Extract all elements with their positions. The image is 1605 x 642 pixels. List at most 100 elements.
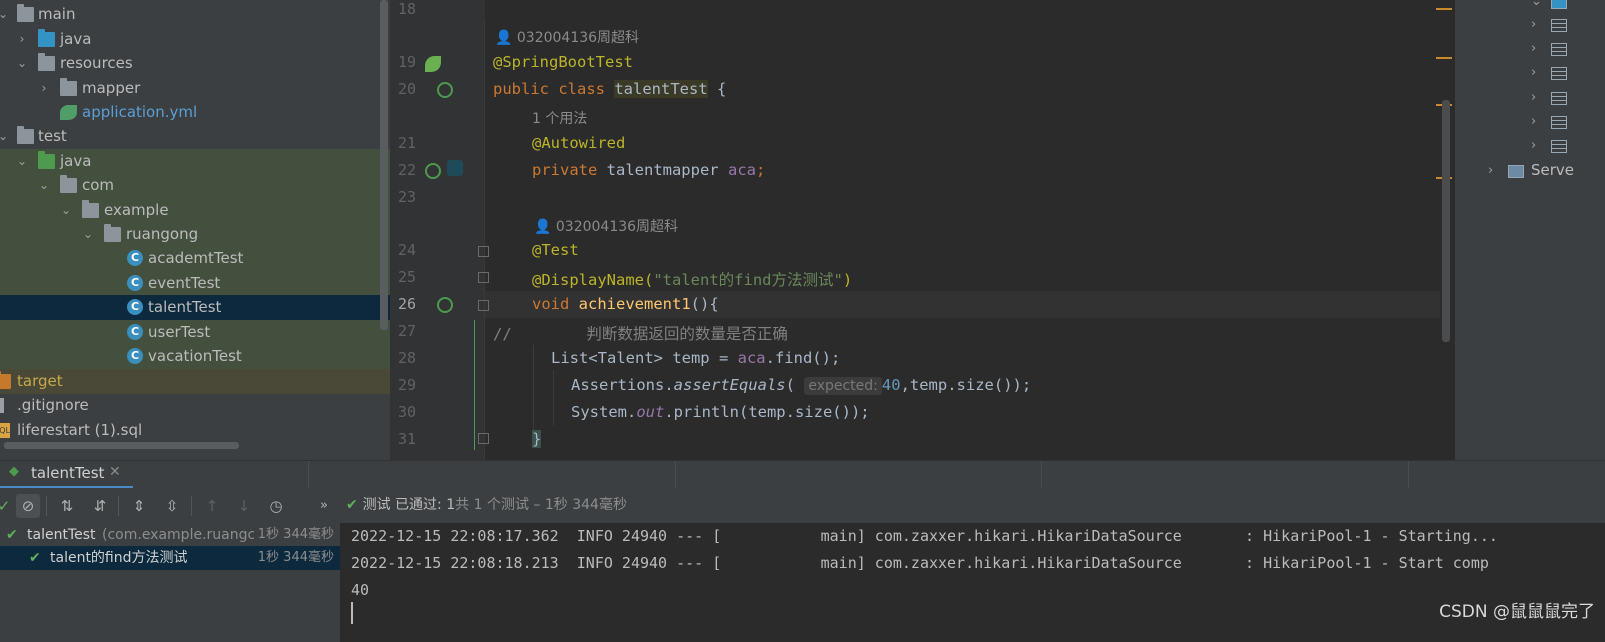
chevron-down-icon[interactable]: ⌄	[59, 198, 73, 223]
chevron-right-icon[interactable]: ›	[1531, 90, 1536, 105]
db-table-row[interactable]: ›	[1455, 13, 1605, 37]
code-token: .println(temp.size());	[664, 403, 870, 421]
tree-item-vacationTest[interactable]: C vacationTest	[0, 344, 390, 369]
db-table-row[interactable]: ›	[1455, 110, 1605, 134]
table-icon	[1551, 43, 1567, 56]
toolbar-divider	[191, 496, 192, 516]
chevron-down-icon[interactable]: ⌄	[81, 222, 95, 247]
tree-item-application-yml[interactable]: application.yml	[0, 100, 390, 125]
chevron-down-icon[interactable]: ⌄	[37, 173, 51, 198]
code-line-29: Assertions.assertEquals( expected: 40,tem…	[571, 376, 1031, 395]
test-duration: 1秒 344毫秒	[257, 527, 334, 542]
author-hint[interactable]: 👤 032004136周超科	[534, 216, 678, 236]
tree-item-label: resources	[60, 54, 133, 72]
keyword-token: void	[532, 295, 579, 313]
tree-item-eventTest[interactable]: C eventTest	[0, 271, 390, 296]
editor-vertical-scrollbar[interactable]	[1442, 100, 1450, 342]
check-icon: ✔	[6, 527, 18, 543]
expand-all-icon[interactable]: ⇕	[127, 494, 151, 518]
tree-item-talentTest[interactable]: C talentTest	[0, 295, 390, 320]
indent-guide	[533, 345, 534, 440]
fold-marker-icon[interactable]	[478, 433, 489, 444]
folder-icon	[17, 126, 34, 144]
fold-marker-icon[interactable]	[478, 300, 489, 311]
tree-item-userTest[interactable]: C userTest	[0, 320, 390, 345]
run-test-method-icon[interactable]	[437, 297, 453, 313]
chevron-right-icon[interactable]: ›	[1488, 163, 1493, 178]
tree-item-test-java[interactable]: ⌄ java	[0, 149, 390, 174]
status-prefix: 测试 已通过:	[362, 497, 447, 513]
tree-horizontal-scrollbar[interactable]	[4, 442, 239, 449]
previous-failed-icon[interactable]: ↑	[200, 494, 224, 518]
bean-avatar-icon[interactable]	[447, 160, 463, 176]
author-hint-text: 032004136周超科	[555, 219, 679, 235]
annotation-token: @Autowired	[532, 134, 626, 152]
chevron-right-icon[interactable]: ›	[1531, 138, 1536, 153]
tree-item-resources[interactable]: ⌄ resources	[0, 51, 390, 76]
show-passed-icon[interactable]: ✓	[0, 494, 16, 518]
db-table-row[interactable]: ⌄	[1455, 0, 1605, 14]
tree-item-academtTest[interactable]: C academtTest	[0, 246, 390, 271]
fold-marker-icon[interactable]	[478, 272, 489, 283]
test-status: ✔ 测试 已通过: 1共 1 个测试 – 1秒 344毫秒	[346, 488, 627, 523]
tree-vertical-scrollbar[interactable]	[380, 0, 388, 330]
brace-token: }	[532, 430, 542, 448]
show-ignored-icon[interactable]: ⊘	[16, 494, 40, 518]
sort-alphabetically-icon[interactable]: ⇅	[55, 494, 79, 518]
console-line: 2022-12-15 22:08:17.362 INFO 24940 --- […	[351, 527, 1498, 545]
annotation-token: @Test	[532, 241, 579, 259]
run-tab-talentTest[interactable]: ◆ talentTest ✕	[0, 461, 133, 489]
chevron-right-icon[interactable]: ›	[1531, 41, 1536, 56]
next-failed-icon[interactable]: ↓	[232, 494, 256, 518]
chevron-right-icon[interactable]: ›	[1531, 17, 1536, 32]
run-test-class-icon[interactable]	[437, 82, 453, 98]
chevron-right-icon[interactable]: ›	[1531, 65, 1536, 80]
db-server-row[interactable]: › Serve	[1455, 159, 1605, 183]
usages-hint[interactable]: 1 个用法	[532, 108, 587, 128]
tree-item-example[interactable]: ⌄ example	[0, 198, 390, 223]
chevron-down-icon[interactable]: ⌄	[15, 149, 29, 174]
chevron-right-icon[interactable]: ›	[37, 76, 51, 101]
warning-stripe-mark[interactable]	[1436, 8, 1452, 10]
test-result-label: talent的find方法测试	[50, 550, 188, 566]
tree-item-mapper[interactable]: › mapper	[0, 76, 390, 101]
sort-by-duration-icon[interactable]: ⇵	[88, 494, 112, 518]
tree-item-target[interactable]: target	[0, 369, 390, 394]
db-table-row[interactable]: ›	[1455, 134, 1605, 158]
code-line-30: System.out.println(temp.size());	[571, 403, 870, 421]
chevron-right-icon[interactable]: ›	[1531, 114, 1536, 129]
more-actions-icon[interactable]: »	[312, 494, 336, 518]
tree-item-main[interactable]: ⌄ main	[0, 2, 390, 27]
chevron-down-icon[interactable]: ⌄	[15, 51, 29, 76]
chevron-down-icon[interactable]: ⌄	[1531, 0, 1542, 9]
schema-icon	[1551, 0, 1567, 9]
tree-item-test[interactable]: ⌄ test	[0, 124, 390, 149]
close-icon[interactable]: ✕	[109, 464, 121, 480]
code-token: Assertions.	[571, 376, 674, 394]
person-icon: 👤	[534, 219, 556, 235]
db-table-row[interactable]: ›	[1455, 61, 1605, 85]
tree-item-sql[interactable]: SQL liferestart (1).sql	[0, 418, 390, 443]
collapse-all-icon[interactable]: ⇳	[160, 494, 184, 518]
tree-item-ruangong[interactable]: ⌄ ruangong	[0, 222, 390, 247]
tree-item-gitignore[interactable]: .gitignore	[0, 393, 390, 418]
fold-marker-icon[interactable]	[478, 246, 489, 257]
db-table-row[interactable]: ›	[1455, 37, 1605, 61]
tree-item-com[interactable]: ⌄ com	[0, 173, 390, 198]
status-summary: 共 1 个测试 – 1秒 344毫秒	[455, 497, 627, 513]
test-result-label: talentTest	[27, 527, 96, 543]
chevron-down-icon[interactable]: ⌄	[0, 2, 10, 27]
sql-file-icon: SQL	[0, 423, 10, 438]
package-icon	[60, 175, 77, 193]
db-table-row[interactable]: ›	[1455, 86, 1605, 110]
autowired-navigate-icon[interactable]	[425, 163, 441, 179]
warning-stripe-mark[interactable]	[1436, 57, 1452, 59]
test-result-row[interactable]: ✔ talent的find方法测试 1秒 344毫秒	[0, 546, 340, 570]
test-result-row[interactable]: ✔ talentTest (com.example.ruangc 1秒 344毫…	[0, 523, 340, 547]
test-history-icon[interactable]: ◷	[264, 494, 288, 518]
author-hint[interactable]: 👤 032004136周超科	[495, 27, 639, 47]
chevron-right-icon[interactable]: ›	[15, 27, 29, 52]
console-output[interactable]: 2022-12-15 22:08:17.362 INFO 24940 --- […	[340, 523, 1605, 642]
chevron-down-icon[interactable]: ⌄	[0, 124, 10, 149]
tree-item-java[interactable]: › java	[0, 27, 390, 52]
